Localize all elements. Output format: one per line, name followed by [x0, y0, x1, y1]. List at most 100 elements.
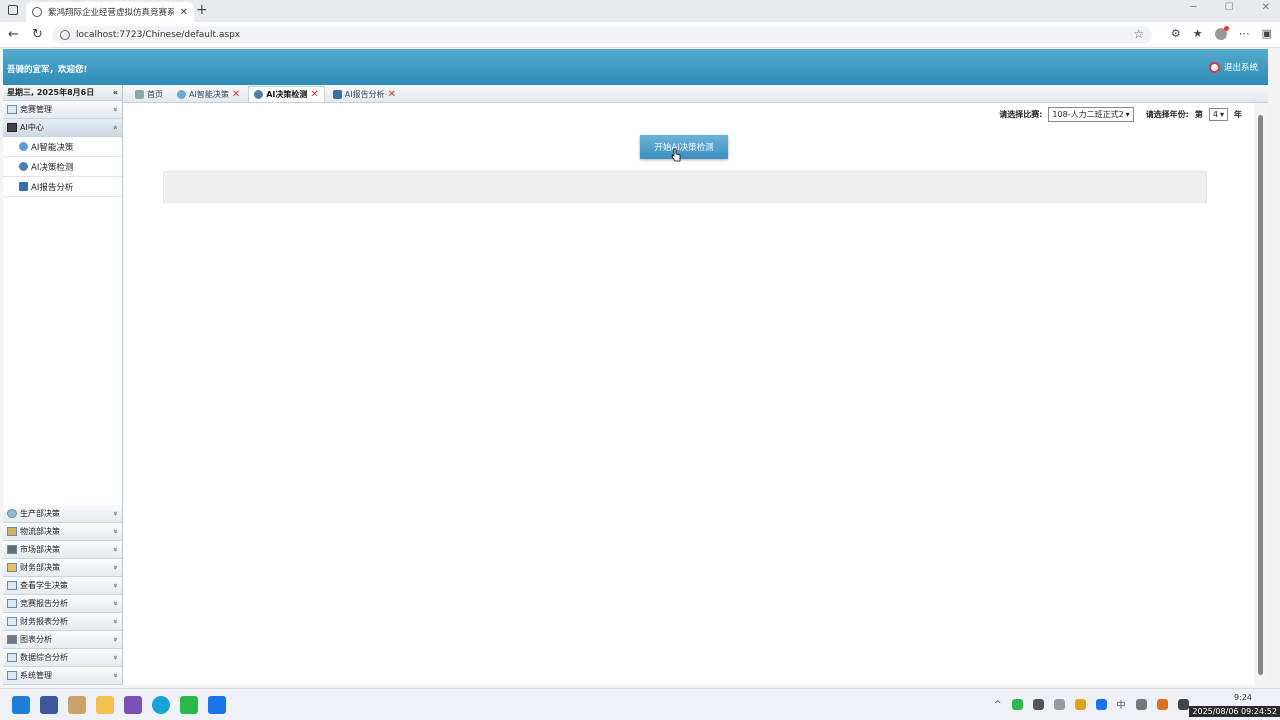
network-icon[interactable]	[1177, 699, 1189, 710]
sidebar-group-system[interactable]: 系统管理 »	[3, 667, 122, 685]
bluetooth-icon[interactable]	[1095, 699, 1107, 710]
chevron-down-icon: »	[111, 511, 121, 516]
sidebar-group-logistics[interactable]: 物流部决策 »	[3, 523, 122, 541]
sidebar-group-marketing[interactable]: 市场部决策 »	[3, 541, 122, 559]
url-text: localhost:7723/Chinese/default.aspx	[76, 30, 241, 40]
browser-toolbar: ⚙ ★ ⋯ ▣	[1171, 25, 1272, 40]
tray-app-icon[interactable]	[1074, 699, 1086, 710]
match-label: 请选择比赛:	[999, 110, 1043, 119]
collapse-sidebar-icon[interactable]: «	[113, 88, 118, 97]
new-tab-button[interactable]: +	[196, 2, 208, 18]
profile-avatar-icon[interactable]	[1214, 25, 1229, 40]
chevron-down-icon: »	[111, 637, 121, 642]
tab-label: 首页	[147, 90, 163, 99]
close-tab-icon[interactable]: ✕	[232, 89, 240, 100]
app-icon[interactable]	[40, 696, 58, 714]
ai-report-icon	[19, 182, 28, 191]
window-menu-icon[interactable]	[8, 5, 18, 15]
close-tab-icon[interactable]: ✕	[310, 89, 318, 100]
sidebar-item-ai-decision-check[interactable]: AI决策检测	[3, 157, 122, 177]
sidebar-group-chart-analysis[interactable]: 图表分析 »	[3, 631, 122, 649]
sidebar-group-data-analysis[interactable]: 数据综合分析 »	[3, 649, 122, 667]
tray-app-icon[interactable]	[1156, 699, 1168, 710]
sidebar-item-ai-smart-decision[interactable]: AI智能决策	[3, 137, 122, 157]
ai-icon	[7, 123, 17, 132]
tray-app-icon[interactable]	[1032, 699, 1044, 710]
match-select[interactable]: 108-人力二班正式2 ▾	[1048, 107, 1134, 122]
sidebar-bottom-groups: 生产部决策 » 物流部决策 » 市场部决策 » 财务部决策 » 查看学生决策 » 竞赛报告…	[3, 505, 122, 685]
sidebar-group-financial-statements[interactable]: 财务报表分析 »	[3, 613, 122, 631]
logout-button[interactable]: 退出系统	[1208, 61, 1258, 73]
taskbar-apps	[12, 696, 226, 714]
tray-app-icon[interactable]	[1135, 699, 1147, 710]
sidebar-group-competition-report[interactable]: 竞赛报告分析 »	[3, 595, 122, 613]
group-label: 市场部决策	[20, 545, 60, 554]
finance-icon	[7, 563, 17, 572]
wechat-icon[interactable]	[180, 696, 198, 714]
file-explorer-icon[interactable]	[96, 696, 114, 714]
chevron-up-icon: «	[111, 125, 121, 130]
tab-ai-decision-check[interactable]: AI决策检测 ✕	[248, 86, 325, 102]
year-select[interactable]: 4 ▾	[1208, 108, 1228, 121]
hand-cursor-icon	[671, 148, 681, 162]
group-label: 生产部决策	[20, 509, 60, 518]
refresh-icon[interactable]: ↻	[32, 27, 43, 42]
sidebar-group-finance[interactable]: 财务部决策 »	[3, 559, 122, 577]
sidebar-item-ai-report[interactable]: AI报告分析	[3, 177, 122, 197]
edge-browser-icon[interactable]	[152, 696, 170, 714]
app-icon[interactable]	[208, 696, 226, 714]
maximize-button[interactable]: ☐	[1225, 2, 1234, 13]
chevron-down-icon: »	[111, 673, 121, 678]
chart-icon	[7, 635, 17, 644]
close-tab-icon[interactable]: ✕	[388, 89, 396, 100]
ai-decision-icon	[177, 90, 186, 99]
chevron-down-icon: »	[111, 619, 121, 624]
group-label: 财务部决策	[20, 563, 60, 572]
favorites-icon[interactable]: ★	[1193, 27, 1203, 40]
close-window-button[interactable]: ✕	[1262, 2, 1270, 13]
sidebar-group-student-decisions[interactable]: 查看学生决策 »	[3, 577, 122, 595]
more-menu-icon[interactable]: ⋯	[1239, 27, 1250, 40]
vertical-scrollbar[interactable]	[1254, 103, 1268, 685]
taskbar-clock[interactable]: 9:24	[1234, 693, 1252, 702]
group-label: AI中心	[20, 123, 44, 132]
close-tab-icon[interactable]: ✕	[180, 7, 188, 18]
sidebar-group-ai-center[interactable]: AI中心 «	[3, 119, 122, 137]
year-suffix: 年	[1234, 110, 1242, 119]
ime-icon[interactable]: 中	[1117, 698, 1126, 711]
year-select-value: 4	[1212, 110, 1218, 119]
group-label: 竞赛报告分析	[20, 599, 68, 608]
tray-chevron-up-icon[interactable]: ^	[994, 700, 1002, 710]
sidebar-toggle-icon[interactable]: ▣	[1262, 27, 1272, 40]
back-arrow-icon[interactable]: ←	[8, 27, 19, 42]
tab-ai-report[interactable]: AI报告分析 ✕	[327, 86, 402, 102]
group-label: 数据综合分析	[20, 653, 68, 662]
group-label: 图表分析	[20, 635, 52, 644]
app-icon[interactable]	[68, 696, 86, 714]
minimize-button[interactable]: ─	[1191, 2, 1197, 13]
group-label: 查看学生决策	[20, 581, 68, 590]
sidebar: 星期三, 2025年8月6日 « 竞赛管理 » AI中心 « AI智能决策 AI…	[3, 85, 123, 685]
chevron-down-icon: »	[111, 565, 121, 570]
chevron-down-icon: ▾	[1219, 110, 1224, 119]
sidebar-group-competition[interactable]: 竞赛管理 »	[3, 101, 122, 119]
url-input[interactable]: localhost:7723/Chinese/default.aspx ☆	[52, 26, 1152, 44]
extensions-icon[interactable]: ⚙	[1171, 27, 1181, 40]
tray-app-icon[interactable]	[1011, 699, 1023, 710]
tab-home[interactable]: 首页	[129, 86, 169, 102]
site-info-icon[interactable]	[60, 30, 70, 40]
tab-ai-smart-decision[interactable]: AI智能决策 ✕	[171, 86, 246, 102]
ai-check-icon	[254, 90, 264, 99]
browser-tab[interactable]: 紫鸿翔际企业经营虚拟仿真竞赛系 ✕	[26, 2, 194, 22]
favorite-star-icon[interactable]: ☆	[1133, 27, 1144, 41]
start-menu-icon[interactable]	[12, 696, 30, 714]
production-icon	[7, 509, 17, 518]
browser-tab-title: 紫鸿翔际企业经营虚拟仿真竞赛系	[48, 8, 174, 18]
chevron-down-icon: »	[111, 107, 121, 112]
scrollbar-thumb[interactable]	[1258, 115, 1263, 675]
sidebar-group-production[interactable]: 生产部决策 »	[3, 505, 122, 523]
start-ai-check-button[interactable]: 开始AI决策检测	[640, 135, 728, 159]
data-icon	[7, 653, 17, 662]
visual-studio-icon[interactable]	[124, 696, 142, 714]
tray-app-icon[interactable]	[1053, 699, 1065, 710]
